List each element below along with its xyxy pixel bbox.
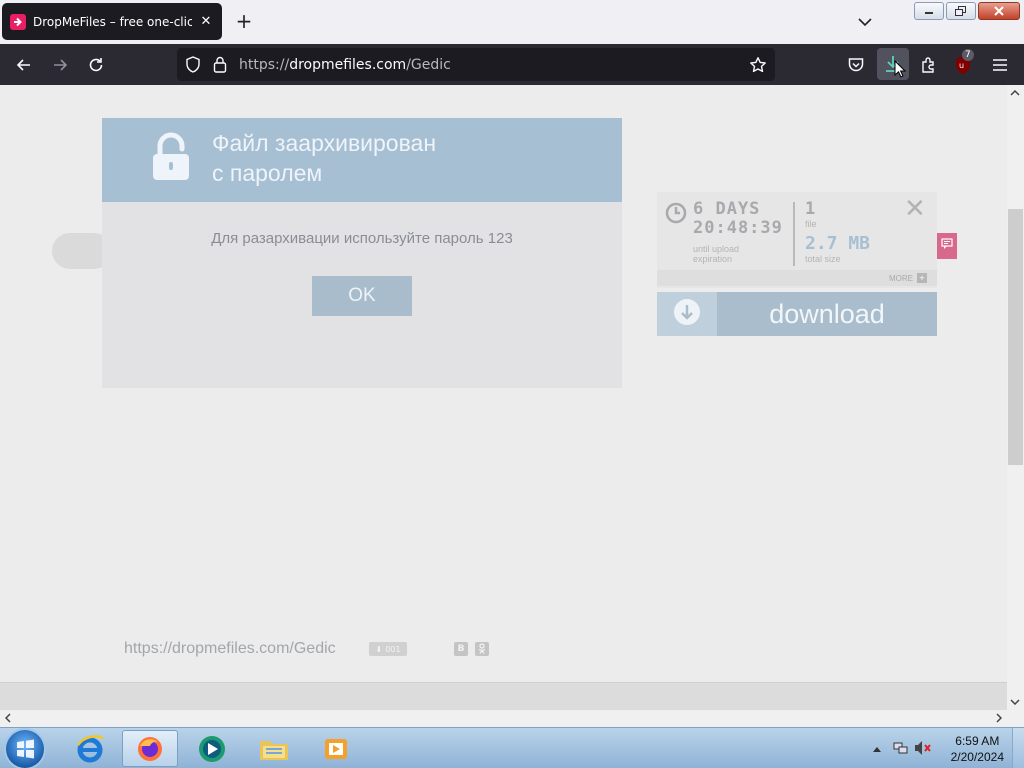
taskbar-clock[interactable]: 6:59 AM 2/20/2024 xyxy=(951,733,1004,765)
odnoklassniki-share-icon[interactable] xyxy=(475,642,489,656)
system-tray: 6:59 AM 2/20/2024 xyxy=(864,728,1024,768)
start-button-windows-logo-icon[interactable] xyxy=(6,730,44,768)
total-size-value: 2.7 MB xyxy=(805,233,871,254)
file-explorer-folder-icon[interactable] xyxy=(246,730,302,767)
more-label: MORE xyxy=(889,273,913,283)
clock-date: 2/20/2024 xyxy=(950,750,1004,764)
file-stats-block: 1 file 2.7 MB total size xyxy=(805,200,915,270)
dropmefiles-favicon-icon xyxy=(10,13,26,30)
window-controls xyxy=(914,2,1020,20)
browser-tab[interactable]: DropMeFiles – free one-click file ✕ xyxy=(2,3,222,40)
dialog-title-line-1: Файл заархивирован xyxy=(212,130,437,156)
vk-share-icon[interactable]: В xyxy=(454,642,468,656)
clock-icon xyxy=(665,202,687,228)
volume-muted-icon[interactable] xyxy=(914,740,932,760)
plus-icon: + xyxy=(917,273,927,283)
download-label: download xyxy=(769,298,885,329)
tab-close-icon[interactable]: ✕ xyxy=(198,14,214,29)
back-arrow-icon[interactable] xyxy=(13,54,35,76)
bookmark-star-icon[interactable] xyxy=(749,56,767,78)
dialog-title: Файл заархивирован с паролем xyxy=(212,128,436,188)
expiration-label-line-2: expiration xyxy=(693,254,733,264)
close-card-icon[interactable]: ✕ xyxy=(904,196,926,222)
download-circle-arrow-icon xyxy=(673,298,701,330)
padlock-icon[interactable] xyxy=(213,56,227,77)
svg-text:u: u xyxy=(959,61,964,70)
download-counter-badge: ⬇ 001 xyxy=(369,642,407,656)
page-footer-band xyxy=(0,682,1007,710)
more-button[interactable]: MORE + xyxy=(889,273,927,283)
dialog-header: Файл заархивирован с паролем xyxy=(102,118,622,202)
file-info-card: 6 DAYS 20:48:39 until upload expiration … xyxy=(657,192,937,288)
scrollbar-corner xyxy=(1007,710,1024,727)
restore-button[interactable] xyxy=(946,2,976,20)
extension-badge-count: 7 xyxy=(962,49,974,61)
media-player-icon[interactable] xyxy=(308,730,364,767)
scroll-right-arrow-icon[interactable] xyxy=(991,710,1007,726)
expiration-time: 20:48:39 xyxy=(693,218,783,238)
show-hidden-icons-arrow-icon[interactable] xyxy=(872,742,882,757)
vertical-scroll-thumb[interactable] xyxy=(1008,209,1023,465)
clock-time: 6:59 AM xyxy=(955,734,1000,748)
url-host: dropmefiles.com xyxy=(289,57,407,73)
windows-taskbar: 6:59 AM 2/20/2024 xyxy=(0,727,1024,768)
download-small-icon: ⬇ xyxy=(375,644,383,654)
url-scheme: https:// xyxy=(239,57,290,73)
tracking-protection-shield-icon[interactable] xyxy=(185,56,201,77)
firefox-taskbar-icon[interactable] xyxy=(122,730,178,767)
chat-bubble-icon xyxy=(941,238,953,254)
minimize-button[interactable] xyxy=(914,2,944,20)
scroll-down-arrow-icon[interactable] xyxy=(1007,694,1023,710)
expiration-label-line-1: until upload xyxy=(693,244,740,254)
navigation-toolbar: https://dropmefiles.com/Gedic u 7 xyxy=(0,44,1024,85)
scroll-left-arrow-icon[interactable] xyxy=(0,710,16,726)
pocket-icon[interactable] xyxy=(845,54,867,76)
url-text[interactable]: https://dropmefiles.com/Gedic xyxy=(239,57,451,73)
new-tab-button[interactable]: + xyxy=(233,11,255,33)
close-window-button[interactable] xyxy=(978,2,1020,20)
page-viewport: Файл заархивирован с паролем Для разархи… xyxy=(0,85,1007,682)
mouse-cursor-icon xyxy=(894,59,907,82)
media-center-icon[interactable] xyxy=(184,730,240,767)
more-strip: MORE + xyxy=(657,270,937,286)
show-desktop-button[interactable] xyxy=(1012,728,1024,768)
tab-bar: DropMeFiles – free one-click file ✕ + xyxy=(0,0,1024,44)
network-icon[interactable] xyxy=(893,740,909,760)
forward-arrow-icon[interactable] xyxy=(49,54,71,76)
password-archive-dialog: Файл заархивирован с паролем Для разархи… xyxy=(102,118,622,388)
scroll-up-arrow-icon[interactable] xyxy=(1007,85,1023,101)
share-link[interactable]: https://dropmefiles.com/Gedic xyxy=(124,640,336,658)
divider xyxy=(793,202,795,266)
expiration-countdown: 6 DAYS 20:48:39 xyxy=(693,200,783,238)
tab-title: DropMeFiles – free one-click file xyxy=(33,14,192,29)
downloads-button[interactable] xyxy=(877,48,909,80)
dialog-title-line-2: с паролем xyxy=(212,160,323,186)
expiration-days: 6 DAYS xyxy=(693,199,761,219)
expiration-label: until upload expiration xyxy=(693,244,773,264)
dialog-message: Для разархивации используйте пароль 123 xyxy=(211,230,513,247)
url-path: /Gedic xyxy=(406,57,451,73)
file-count-label: file xyxy=(805,219,817,229)
file-count: 1 xyxy=(805,199,816,219)
feedback-tab[interactable] xyxy=(937,233,957,259)
vertical-scrollbar[interactable] xyxy=(1007,85,1024,710)
horizontal-scrollbar[interactable] xyxy=(0,710,1007,727)
download-icon-box xyxy=(657,292,717,336)
address-bar[interactable]: https://dropmefiles.com/Gedic xyxy=(177,48,775,81)
download-counter-value: 001 xyxy=(385,644,401,654)
reload-icon[interactable] xyxy=(85,54,107,76)
ok-button[interactable]: OK xyxy=(312,276,412,316)
total-size-label: total size xyxy=(805,254,841,264)
extensions-puzzle-icon[interactable] xyxy=(918,54,940,76)
padlock-icon xyxy=(151,132,191,186)
download-button[interactable]: download xyxy=(657,292,937,336)
expiration-block: 6 DAYS 20:48:39 until upload expiration xyxy=(665,200,795,268)
hamburger-menu-icon[interactable] xyxy=(989,54,1011,76)
internet-explorer-icon[interactable] xyxy=(62,730,118,767)
list-all-tabs-chevron-down-icon[interactable] xyxy=(855,12,875,32)
